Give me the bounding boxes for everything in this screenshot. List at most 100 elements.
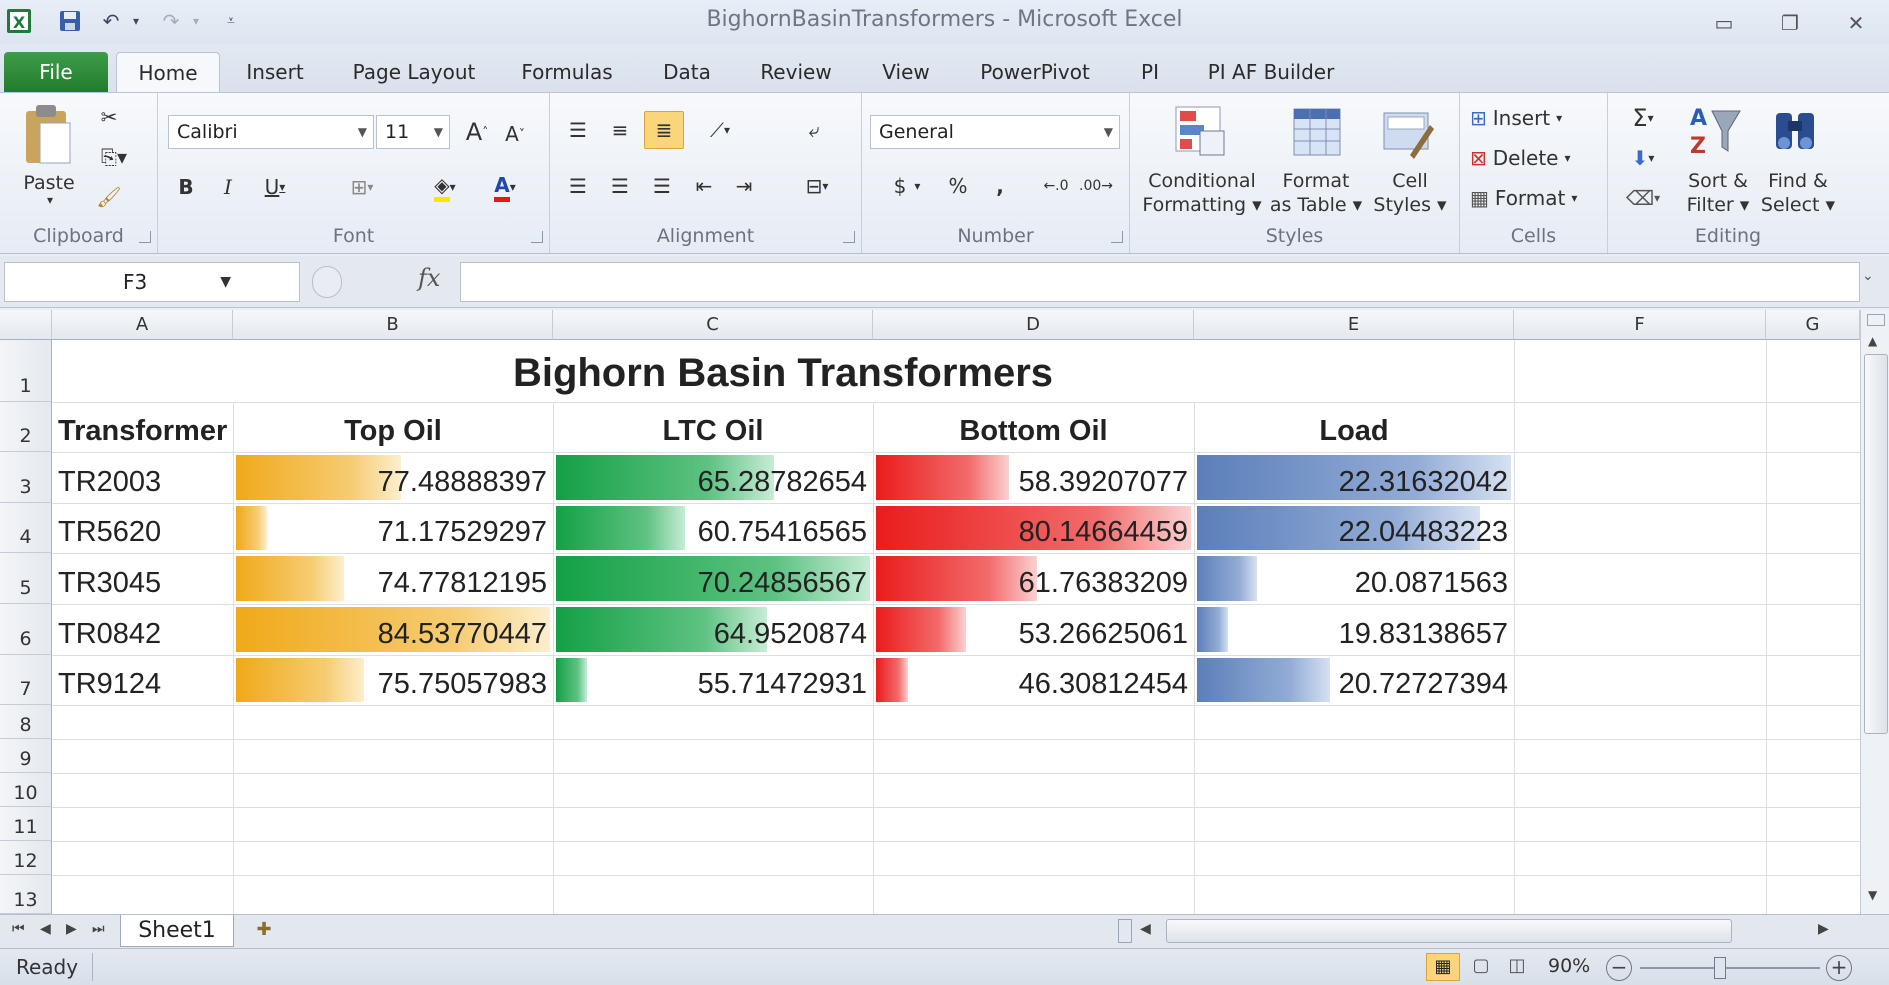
restore-icon[interactable]: ❐	[1768, 8, 1812, 38]
accounting-format-icon[interactable]: $ ▾	[882, 169, 932, 203]
sheet-tab-sheet1[interactable]: Sheet1	[120, 915, 234, 947]
name-box[interactable]: F3 ▼	[4, 262, 300, 302]
name-box-dropdown-icon[interactable]: ▼	[220, 263, 231, 301]
tab-powerpivot[interactable]: PowerPivot	[972, 52, 1098, 92]
bottom-oil-cell[interactable]: 46.30812454	[873, 655, 1194, 705]
tab-review[interactable]: Review	[752, 52, 840, 92]
insert-function-icon[interactable]: fx	[418, 264, 440, 292]
ltc-oil-cell[interactable]: 55.71472931	[553, 655, 873, 705]
formula-bar-resize-handle[interactable]	[312, 266, 342, 298]
align-left-icon[interactable]: ☰	[560, 169, 596, 203]
row-header-11[interactable]: 11	[0, 807, 52, 841]
number-format-dropdown-icon[interactable]: ▼	[1104, 116, 1113, 148]
wrap-text-icon[interactable]: ⤶	[796, 113, 832, 147]
tab-pi[interactable]: PI	[1130, 52, 1170, 92]
first-sheet-icon[interactable]: ⏮	[12, 921, 25, 937]
fill-color-icon[interactable]: ◈ ▾	[420, 167, 470, 207]
format-as-table-icon[interactable]	[1290, 105, 1346, 161]
increase-decimal-icon[interactable]: ←.0	[1036, 169, 1076, 203]
align-middle-icon[interactable]: ≡	[602, 113, 638, 147]
next-sheet-icon[interactable]: ▶	[66, 921, 77, 937]
header-cell-transformer[interactable]: Transformer	[52, 402, 233, 452]
paste-icon[interactable]	[22, 103, 74, 167]
load-cell[interactable]: 22.31632042	[1194, 452, 1514, 503]
clipboard-launcher-icon[interactable]	[139, 231, 151, 243]
row-header-8[interactable]: 8	[0, 705, 52, 739]
row-header-10[interactable]: 10	[0, 773, 52, 807]
percent-style-icon[interactable]: %	[938, 169, 978, 203]
expand-formula-bar-icon[interactable]: ⌄	[1862, 268, 1874, 284]
bold-icon[interactable]: B	[170, 169, 202, 205]
page-break-view-icon[interactable]: ◫	[1500, 953, 1534, 981]
bottom-oil-cell[interactable]: 58.39207077	[873, 452, 1194, 503]
sort-filter-icon[interactable]: AZ	[1686, 101, 1742, 161]
header-cell-ltc-oil[interactable]: LTC Oil	[553, 402, 873, 452]
prev-sheet-icon[interactable]: ◀	[40, 921, 51, 937]
row-header-2[interactable]: 2	[0, 402, 52, 452]
ltc-oil-cell[interactable]: 64.9520874	[553, 604, 873, 655]
scroll-up-icon[interactable]: ▲	[1868, 334, 1877, 348]
merge-center-icon[interactable]: ⊟ ▾	[790, 169, 844, 203]
column-header-e[interactable]: E	[1194, 310, 1514, 340]
tab-data[interactable]: Data	[654, 52, 720, 92]
load-cell[interactable]: 22.04483223	[1194, 503, 1514, 553]
paste-button[interactable]: Paste	[14, 171, 84, 195]
format-cells-button[interactable]: ▦ Format ▾	[1470, 181, 1600, 215]
decrease-indent-icon[interactable]: ⇤	[686, 169, 722, 203]
number-format-combo[interactable]: General ▼	[870, 115, 1120, 149]
copy-icon[interactable]: ⎘▾	[94, 141, 134, 173]
row-header-5[interactable]: 5	[0, 553, 52, 604]
split-box-icon[interactable]	[1867, 314, 1885, 326]
transformer-name-cell[interactable]: TR5620	[52, 503, 233, 553]
align-top-icon[interactable]: ☰	[560, 113, 596, 147]
header-cell-load[interactable]: Load	[1194, 402, 1514, 452]
close-icon[interactable]: ✕	[1834, 8, 1878, 38]
tab-split-handle[interactable]	[1118, 919, 1132, 943]
row-header-1[interactable]: 1	[0, 340, 52, 402]
horizontal-scroll-thumb[interactable]	[1166, 919, 1732, 943]
load-cell[interactable]: 20.72727394	[1194, 655, 1514, 705]
sort-filter-button[interactable]: Sort & Filter ▾	[1678, 169, 1758, 217]
conditional-formatting-icon[interactable]	[1172, 103, 1228, 159]
font-size-combo[interactable]: 11 ▼	[376, 115, 450, 149]
bottom-oil-cell[interactable]: 80.14664459	[873, 503, 1194, 553]
insert-cells-button[interactable]: ⊞ Insert ▾	[1470, 101, 1600, 135]
top-oil-cell[interactable]: 71.17529297	[233, 503, 553, 553]
conditional-formatting-button[interactable]: Conditional Formatting ▾	[1142, 169, 1262, 217]
alignment-launcher-icon[interactable]	[843, 231, 855, 243]
last-sheet-icon[interactable]: ⏭	[92, 921, 105, 937]
clear-icon[interactable]: ⌫ ▾	[1618, 181, 1668, 215]
align-bottom-icon[interactable]: ≣	[644, 111, 684, 149]
fill-icon[interactable]: ⬇ ▾	[1618, 141, 1668, 175]
page-layout-view-icon[interactable]: ▢	[1464, 953, 1498, 981]
underline-icon[interactable]: U ▾	[252, 169, 298, 205]
italic-icon[interactable]: I	[212, 169, 244, 205]
number-launcher-icon[interactable]	[1111, 231, 1123, 243]
zoom-slider-thumb[interactable]	[1714, 957, 1726, 979]
font-launcher-icon[interactable]	[531, 231, 543, 243]
worksheet-grid[interactable]: A B C D E F G 1 2 3 4 5 6 7 8 9 10 11 12…	[0, 310, 1860, 914]
scroll-left-icon[interactable]: ◀	[1140, 921, 1151, 937]
column-header-a[interactable]: A	[52, 310, 233, 340]
select-all-corner[interactable]	[0, 310, 52, 340]
ltc-oil-cell[interactable]: 70.24856567	[553, 553, 873, 604]
tab-pi-af-builder[interactable]: PI AF Builder	[1200, 52, 1342, 92]
load-cell[interactable]: 19.83138657	[1194, 604, 1514, 655]
row-header-3[interactable]: 3	[0, 452, 52, 503]
ltc-oil-cell[interactable]: 60.75416565	[553, 503, 873, 553]
orientation-icon[interactable]: ⟋ ▾	[696, 113, 744, 147]
zoom-in-icon[interactable]: +	[1826, 955, 1852, 981]
cell-styles-icon[interactable]	[1380, 105, 1436, 161]
column-header-b[interactable]: B	[233, 310, 553, 340]
tab-file[interactable]: File	[4, 52, 108, 92]
transformer-name-cell[interactable]: TR3045	[52, 553, 233, 604]
zoom-slider-track[interactable]	[1640, 967, 1820, 969]
tab-view[interactable]: View	[872, 52, 940, 92]
find-select-icon[interactable]	[1768, 103, 1824, 159]
borders-icon[interactable]: ⊞ ▾	[338, 169, 386, 205]
font-name-dropdown-icon[interactable]: ▼	[358, 116, 367, 148]
increase-indent-icon[interactable]: ⇥	[726, 169, 762, 203]
comma-style-icon[interactable]: ,	[980, 169, 1020, 203]
autosum-icon[interactable]: Σ ▾	[1618, 101, 1668, 135]
delete-cells-button[interactable]: ⊠ Delete ▾	[1470, 141, 1600, 175]
